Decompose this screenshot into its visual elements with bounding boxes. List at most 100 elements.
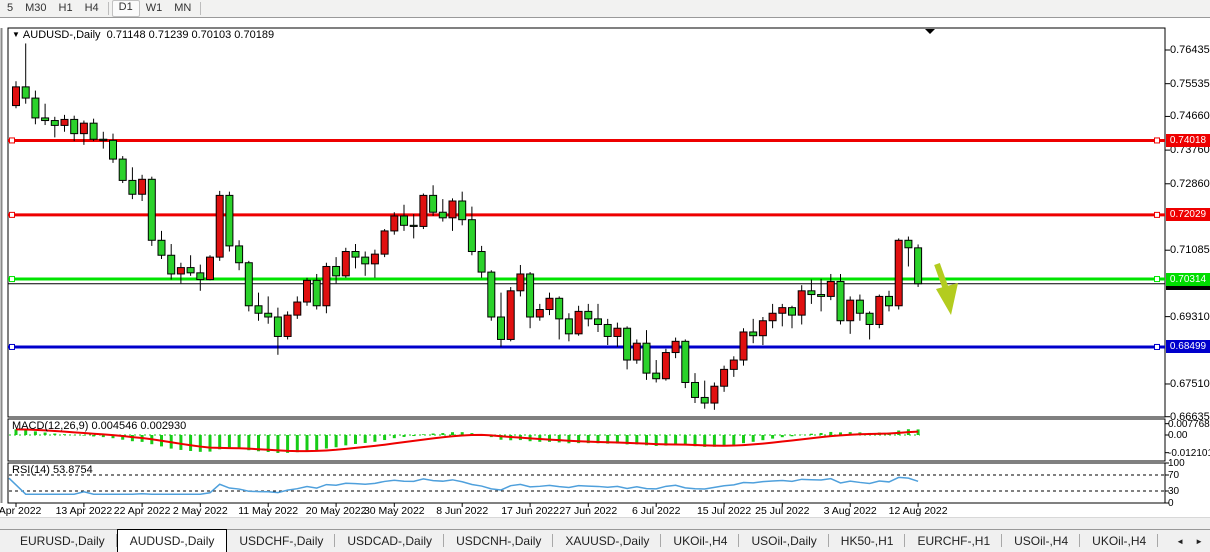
timeframe-toolbar: 5M30H1H4 D1W1MN (0, 0, 1210, 18)
candle (168, 244, 175, 280)
candle (187, 255, 194, 276)
candle (236, 240, 243, 270)
rsi-label: RSI(14) 53.8754 (12, 464, 93, 476)
candle (517, 265, 524, 296)
candle (284, 311, 291, 339)
candle (662, 349, 669, 381)
candle (410, 214, 417, 238)
tab-usdchf-daily[interactable]: USDCHF-,Daily (227, 530, 335, 552)
tab-audusd-daily[interactable]: AUDUSD-,Daily (117, 529, 228, 552)
candle (575, 306, 582, 336)
timeframe-button-h1[interactable]: H1 (53, 1, 79, 16)
tab-ukoil-h4[interactable]: UKOil-,H4 (661, 530, 739, 552)
resistance-line-0.74018[interactable] (8, 138, 1165, 143)
tabbar-scroll-right-icon[interactable]: ► (1195, 537, 1203, 546)
candle (71, 116, 78, 141)
toolbar-separator (200, 2, 201, 15)
candle (740, 328, 747, 365)
chart-dropdown-icon[interactable]: ▼ (12, 30, 20, 39)
timeframe-button-w1[interactable]: W1 (140, 1, 169, 16)
tab-eurchf-h1[interactable]: EURCHF-,H1 (905, 530, 1002, 552)
candle (604, 319, 611, 345)
candle (294, 296, 301, 318)
tab-ukoil-h4[interactable]: UKOil-,H4 (1080, 530, 1158, 552)
date-tick-label: 11 May 2022 (238, 505, 298, 517)
sell-arrow-annotation[interactable] (936, 264, 958, 315)
candle (701, 381, 708, 409)
candle (352, 244, 359, 268)
timeframe-button-5[interactable]: 5 (1, 1, 19, 16)
candle (798, 285, 805, 324)
candle (585, 304, 592, 326)
candle (730, 356, 737, 377)
tab-usdcad-daily[interactable]: USDCAD-,Daily (335, 530, 444, 552)
candle (323, 263, 330, 314)
date-tick-label: 25 Jul 2022 (755, 505, 809, 517)
tab-eurusd-daily[interactable]: EURUSD-,Daily (8, 530, 117, 552)
candle (430, 185, 437, 216)
candle (478, 246, 485, 278)
candle (304, 278, 311, 306)
chart-shift-marker[interactable] (925, 29, 935, 34)
candle (100, 132, 107, 149)
date-tick-label: 2 May 2022 (173, 505, 228, 517)
candle (876, 295, 883, 329)
rsi-tick-label: 30 (1168, 486, 1179, 497)
candle (556, 296, 563, 339)
candle (371, 250, 378, 278)
candle (61, 115, 68, 132)
tab-hk50-h1[interactable]: HK50-,H1 (829, 530, 906, 552)
support-line-0.68499[interactable] (8, 344, 1165, 349)
chart-canvas[interactable] (0, 18, 1210, 517)
candle (546, 293, 553, 315)
candle (643, 330, 650, 380)
candle (711, 382, 718, 409)
candle (692, 373, 699, 403)
tabbar-scroll-left-icon[interactable]: ◄ (1176, 537, 1184, 546)
candle (527, 272, 534, 328)
candle (342, 248, 349, 278)
candle (614, 323, 621, 347)
price-tick-label: 0.67510 (1170, 378, 1210, 390)
macd-tick-label: 0.00 (1168, 430, 1187, 441)
support-2-badge: 0.68499 (1166, 340, 1210, 353)
price-tick-label: 0.75535 (1170, 78, 1210, 90)
tabbar-scroll-arrows: ◄► (1176, 530, 1210, 552)
candle (197, 265, 204, 291)
candle (255, 293, 262, 321)
tab-usdcnh-daily[interactable]: USDCNH-,Daily (444, 530, 553, 552)
macd-tick-label: -0.012101 (1168, 448, 1210, 459)
timeframe-button-m30[interactable]: M30 (19, 1, 52, 16)
candle (536, 304, 543, 321)
tab-xauusd-daily[interactable]: XAUUSD-,Daily (553, 530, 661, 552)
timeframe-button-h4[interactable]: H4 (79, 1, 105, 16)
timeframe-button-mn[interactable]: MN (168, 1, 197, 16)
candle (148, 177, 155, 246)
candle (13, 81, 20, 108)
timeframe-button-d1[interactable]: D1 (112, 0, 140, 17)
candle (459, 192, 466, 226)
candle (129, 167, 136, 199)
candle (915, 244, 922, 287)
resistance-line-0.72029[interactable] (8, 212, 1165, 217)
tab-usoil-h4[interactable]: USOil-,H4 (1002, 530, 1080, 552)
candle (856, 295, 863, 321)
candle (565, 313, 572, 341)
macd-label: MACD(12,26,9) 0.004546 0.002930 (12, 420, 186, 432)
price-tick-label: 0.71085 (1170, 244, 1210, 256)
date-tick-label: 3 Aug 2022 (824, 505, 877, 517)
candle (682, 339, 689, 388)
candle (847, 296, 854, 333)
rsi-tick-label: 0 (1168, 498, 1174, 509)
tab-usoil-daily[interactable]: USOil-,Daily (739, 530, 828, 552)
candle (139, 175, 146, 201)
date-tick-label: 27 Jun 2022 (559, 505, 617, 517)
support-line-0.70314[interactable] (8, 277, 1165, 282)
candle (119, 156, 126, 183)
rsi-tick-label: 100 (1168, 458, 1185, 469)
scroll-strip[interactable] (0, 517, 1210, 529)
candle (362, 252, 369, 276)
price-tick-label: 0.76435 (1170, 44, 1210, 56)
candle (449, 198, 456, 231)
candle (750, 319, 757, 343)
